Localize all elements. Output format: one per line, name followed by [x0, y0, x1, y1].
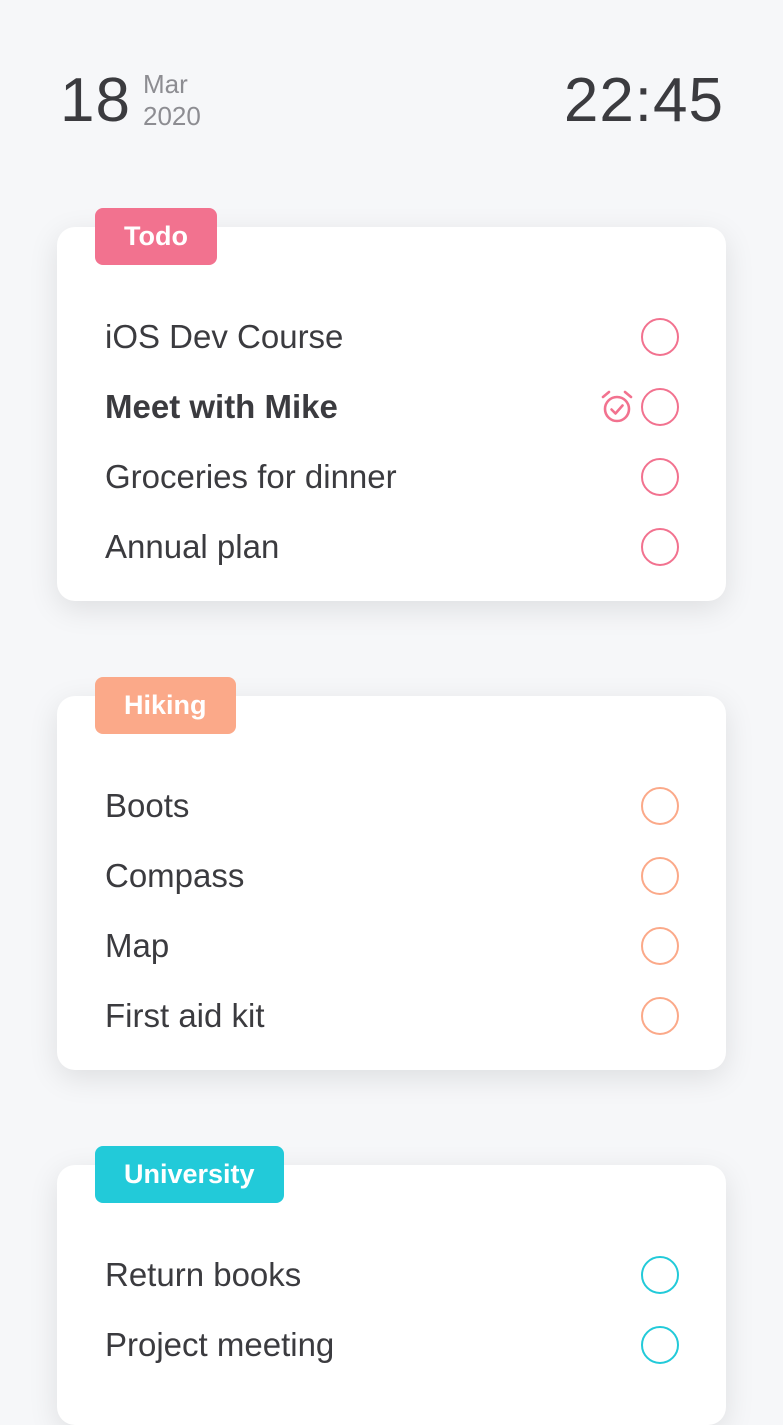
list-item[interactable]: Annual plan	[105, 517, 679, 577]
item-label: Compass	[105, 857, 245, 894]
list-item[interactable]: Return books	[105, 1245, 679, 1305]
list-card-todo: iOS Dev Course Meet with Mike Groceries …	[57, 227, 726, 601]
item-label: Annual plan	[105, 528, 280, 565]
clock-time: 22:45	[563, 66, 724, 135]
item-label: iOS Dev Course	[105, 318, 344, 355]
list-item[interactable]: Project meeting	[105, 1315, 679, 1375]
checkbox-circle[interactable]	[641, 1256, 679, 1294]
list-item[interactable]: First aid kit	[105, 986, 679, 1046]
date-year: 2020	[143, 101, 201, 131]
item-label: Meet with Mike	[105, 388, 338, 425]
list-item[interactable]: Meet with Mike	[105, 377, 679, 437]
list-item[interactable]: iOS Dev Course	[105, 307, 679, 367]
list-item[interactable]: Compass	[105, 846, 679, 906]
checkbox-circle[interactable]	[641, 458, 679, 496]
checkbox-circle[interactable]	[641, 857, 679, 895]
list-item[interactable]: Groceries for dinner	[105, 447, 679, 507]
list-tag-hiking[interactable]: Hiking	[95, 677, 236, 734]
list-item[interactable]: Map	[105, 916, 679, 976]
item-label: First aid kit	[105, 997, 265, 1034]
item-label: Return books	[105, 1256, 302, 1293]
item-label: Map	[105, 927, 170, 964]
list-item[interactable]: Boots	[105, 776, 679, 836]
item-label: Project meeting	[105, 1326, 335, 1363]
date-day: 18	[60, 66, 131, 135]
list-tag-university[interactable]: University	[95, 1146, 284, 1203]
checkbox-circle[interactable]	[641, 528, 679, 566]
alarm-clock-icon[interactable]	[600, 389, 634, 425]
checkbox-circle[interactable]	[641, 997, 679, 1035]
list-card-university: Return books Project meeting	[57, 1165, 726, 1425]
checkbox-circle[interactable]	[641, 927, 679, 965]
list-tag-todo[interactable]: Todo	[95, 208, 217, 265]
checkbox-circle[interactable]	[641, 1326, 679, 1364]
item-label: Boots	[105, 787, 190, 824]
list-card-hiking: Boots Compass Map First aid kit	[57, 696, 726, 1070]
checkbox-circle[interactable]	[641, 318, 679, 356]
header: 18 Mar 2020 22:45	[0, 0, 783, 160]
date-month: Mar	[143, 69, 188, 99]
checkbox-circle[interactable]	[641, 787, 679, 825]
checkbox-circle[interactable]	[641, 388, 679, 426]
item-label: Groceries for dinner	[105, 458, 397, 495]
